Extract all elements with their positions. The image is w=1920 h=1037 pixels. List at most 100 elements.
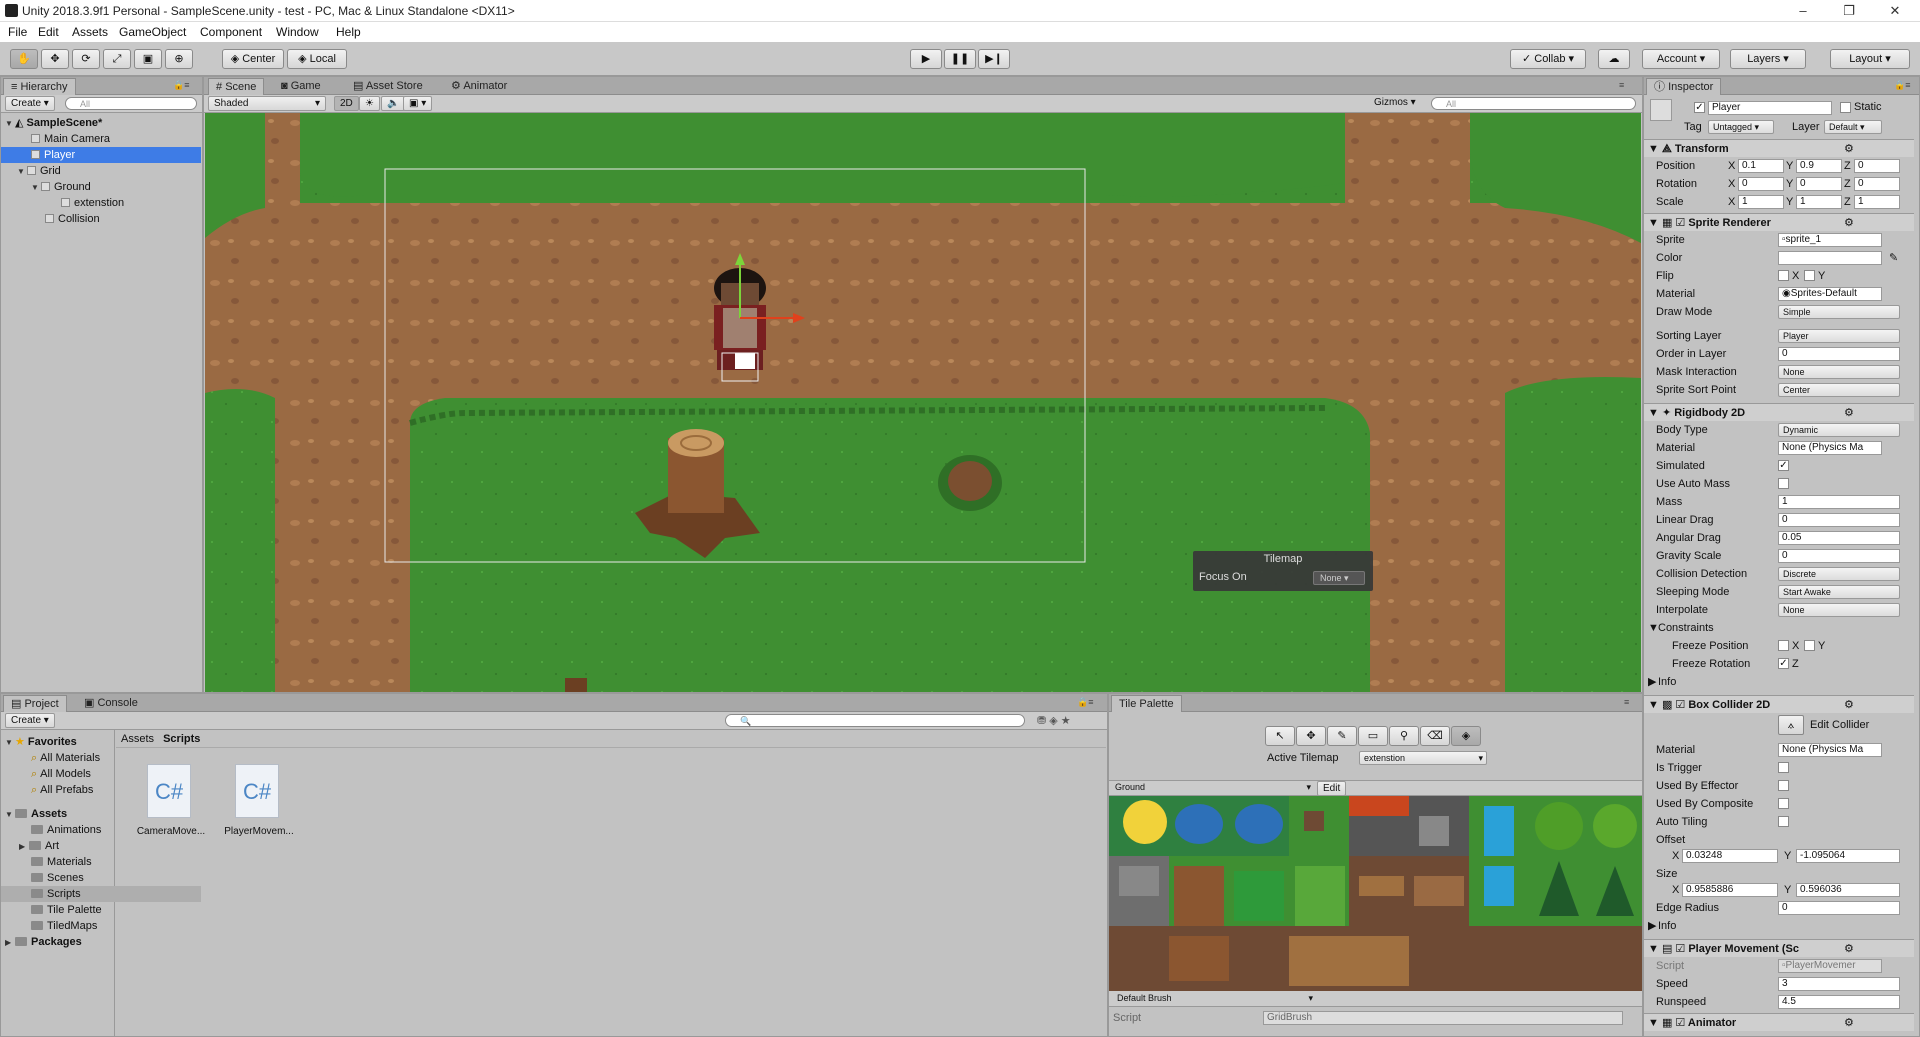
component-menu-icon[interactable]: ⚙: [1844, 696, 1854, 714]
edit-collider-button[interactable]: ⟑: [1778, 715, 1804, 735]
menu-gameobject[interactable]: GameObject: [119, 25, 186, 39]
scale-z-field[interactable]: 1: [1854, 195, 1900, 209]
simulated-checkbox[interactable]: ✓: [1778, 460, 1789, 471]
box-fill-tool-icon[interactable]: ▭: [1358, 726, 1388, 746]
menu-assets[interactable]: Assets: [72, 25, 108, 39]
body-type-dropdown[interactable]: Dynamic: [1778, 423, 1900, 437]
2d-toggle[interactable]: 2D: [334, 96, 359, 111]
active-tilemap-dropdown[interactable]: extenstion ▾: [1359, 751, 1487, 765]
static-checkbox[interactable]: [1840, 102, 1851, 113]
component-menu-icon[interactable]: ⚙: [1844, 404, 1854, 422]
panel-menu-icon[interactable]: ≡: [1624, 697, 1629, 707]
offset-x-field[interactable]: 0.03248: [1682, 849, 1778, 863]
scene-canvas[interactable]: Tilemap Focus On None ▾: [205, 113, 1641, 692]
scale-tool-icon[interactable]: ⤢: [103, 49, 131, 69]
hierarchy-item-main-camera[interactable]: Main Camera: [1, 131, 201, 147]
file-item[interactable]: C# CameraMove...: [131, 756, 211, 846]
paint-tool-icon[interactable]: ✎: [1327, 726, 1357, 746]
hierarchy-item-ground[interactable]: ▼ Ground: [1, 179, 201, 195]
active-checkbox[interactable]: ✓: [1694, 102, 1705, 113]
tag-dropdown[interactable]: Untagged ▾: [1708, 120, 1774, 134]
sleeping-dropdown[interactable]: Start Awake: [1778, 585, 1900, 599]
hierarchy-item-grid[interactable]: ▼ Grid: [1, 163, 201, 179]
tab-scene[interactable]: # Scene: [208, 78, 265, 95]
cloud-icon[interactable]: ☁: [1598, 49, 1630, 69]
effects-icon[interactable]: ▣ ▾: [403, 96, 433, 111]
palette-dropdown[interactable]: Ground ▾: [1111, 781, 1311, 795]
folder-item[interactable]: Materials: [1, 854, 201, 870]
filter-icons[interactable]: ⛃ ◈ ★: [1037, 714, 1071, 727]
hierarchy-item-extenstion[interactable]: extenstion: [1, 195, 201, 211]
hierarchy-search-input[interactable]: All: [65, 97, 197, 110]
material-field[interactable]: ◉Sprites-Default: [1778, 287, 1882, 301]
scene-search-input[interactable]: All: [1431, 97, 1636, 110]
linear-drag-field[interactable]: 0: [1778, 513, 1900, 527]
auto-mass-checkbox[interactable]: [1778, 478, 1789, 489]
component-menu-icon[interactable]: ⚙: [1844, 940, 1854, 958]
bc-material-field[interactable]: None (Physics Ma: [1778, 743, 1882, 757]
collision-dropdown[interactable]: Discrete: [1778, 567, 1900, 581]
folder-item-selected[interactable]: Scripts: [1, 886, 201, 902]
scale-x-field[interactable]: 1: [1738, 195, 1784, 209]
mask-dropdown[interactable]: None: [1778, 365, 1900, 379]
tab-inspector[interactable]: ⓘ Inspector: [1646, 78, 1722, 95]
component-menu-icon[interactable]: ⚙: [1844, 214, 1854, 232]
tab-hierarchy[interactable]: ≡ Hierarchy: [3, 78, 76, 95]
order-field[interactable]: 0: [1778, 347, 1900, 361]
eraser-tool-icon[interactable]: ⌫: [1420, 726, 1450, 746]
maximize-icon[interactable]: ❐: [1826, 0, 1872, 22]
animator-header[interactable]: ▼ ▦ ☑ Animator ⚙: [1644, 1013, 1914, 1031]
project-create-button[interactable]: Create ▾: [5, 713, 55, 728]
freeze-z-checkbox[interactable]: ✓: [1778, 658, 1789, 669]
menu-edit[interactable]: Edit: [38, 25, 59, 39]
bc-info-row[interactable]: ▶ Info: [1644, 917, 1914, 935]
lock-icon[interactable]: 🔒≡: [1077, 697, 1093, 708]
tab-animator[interactable]: ⚙ Animator: [444, 78, 514, 95]
pivot-center-button[interactable]: ◈ Center: [222, 49, 284, 69]
palette-grid[interactable]: [1109, 796, 1642, 991]
expand-arrow-icon[interactable]: ▼: [5, 116, 15, 132]
eyedropper-icon[interactable]: ✎: [1889, 249, 1898, 267]
file-item[interactable]: C# PlayerMovem...: [219, 756, 299, 846]
menu-file[interactable]: File: [8, 25, 27, 39]
interpolate-dropdown[interactable]: None: [1778, 603, 1900, 617]
pause-button[interactable]: ❚❚: [944, 49, 976, 69]
rect-tool-icon[interactable]: ▣: [134, 49, 162, 69]
draw-mode-dropdown[interactable]: Simple: [1778, 305, 1900, 319]
focus-dropdown[interactable]: None ▾: [1313, 571, 1365, 585]
hierarchy-create-button[interactable]: Create ▾: [5, 96, 55, 111]
component-menu-icon[interactable]: ⚙: [1844, 140, 1854, 158]
tab-asset-store[interactable]: ▤ Asset Store: [346, 78, 430, 95]
folder-item[interactable]: Tile Palette: [1, 902, 201, 918]
sorting-layer-dropdown[interactable]: Player: [1778, 329, 1900, 343]
transform-header[interactable]: ▼ ⟁ Transform ⚙: [1644, 139, 1914, 157]
audio-icon[interactable]: 🔈: [381, 96, 406, 111]
hierarchy-item-player[interactable]: Player: [1, 147, 201, 163]
player-movement-header[interactable]: ▼ ▤ ☑ Player Movement (Sc ⚙: [1644, 939, 1914, 957]
move-tool-icon[interactable]: ✥: [1296, 726, 1326, 746]
fill-tool-icon[interactable]: ◈: [1451, 726, 1481, 746]
menu-window[interactable]: Window: [276, 25, 319, 39]
speed-field[interactable]: 3: [1778, 977, 1900, 991]
position-y-field[interactable]: 0.9: [1796, 159, 1842, 173]
pivot-local-button[interactable]: ◈ Local: [287, 49, 347, 69]
move-tool-icon[interactable]: ✥: [41, 49, 69, 69]
rigidbody-header[interactable]: ▼ ✦ Rigidbody 2D ⚙: [1644, 403, 1914, 421]
menu-help[interactable]: Help: [336, 25, 361, 39]
rotation-x-field[interactable]: 0: [1738, 177, 1784, 191]
layout-dropdown[interactable]: Layout ▾: [1830, 49, 1910, 69]
tab-project[interactable]: ▤ Project: [3, 695, 67, 712]
gizmos-dropdown[interactable]: Gizmos ▾: [1369, 96, 1421, 111]
shading-dropdown[interactable]: Shaded ▾: [208, 96, 326, 111]
account-dropdown[interactable]: Account ▾: [1642, 49, 1720, 69]
rotation-z-field[interactable]: 0: [1854, 177, 1900, 191]
freeze-x-checkbox[interactable]: [1778, 640, 1789, 651]
size-y-field[interactable]: 0.596036: [1796, 883, 1900, 897]
scale-y-field[interactable]: 1: [1796, 195, 1842, 209]
layers-dropdown[interactable]: Layers ▾: [1730, 49, 1806, 69]
rotate-tool-icon[interactable]: ⟳: [72, 49, 100, 69]
position-x-field[interactable]: 0.1: [1738, 159, 1784, 173]
flip-x-checkbox[interactable]: [1778, 270, 1789, 281]
expand-arrow-icon[interactable]: ▼: [17, 164, 27, 180]
picker-tool-icon[interactable]: ⚲: [1389, 726, 1419, 746]
